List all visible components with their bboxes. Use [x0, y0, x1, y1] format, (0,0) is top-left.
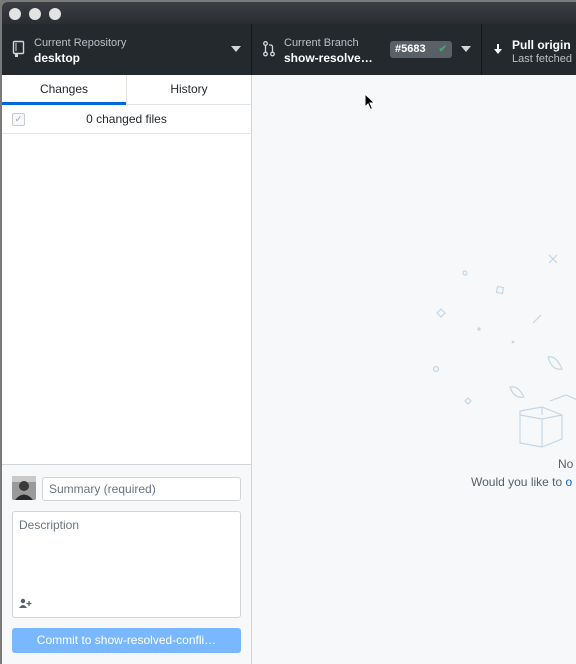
user-avatar-image [12, 476, 36, 500]
repository-selector[interactable]: Current Repository desktop [2, 24, 251, 75]
pull-origin-label: Pull origin [512, 38, 571, 52]
commit-message-area: Commit to show-resolved-confli… [2, 464, 251, 664]
pull-request-number: #5683 [395, 43, 426, 55]
chevron-down-icon [231, 46, 241, 52]
pull-request-badge[interactable]: #5683 ✔ [390, 41, 452, 58]
branch-selector[interactable]: Current Branch show-resolve… #5683 ✔ [252, 24, 481, 75]
blank-slate-illustration-icon [433, 254, 576, 448]
check-icon: ✔ [438, 44, 447, 55]
add-coauthor-icon[interactable] [19, 598, 32, 611]
zoom-window-button[interactable] [49, 8, 61, 20]
blank-slate-prompt: Would you like to o [471, 475, 572, 489]
summary-input[interactable] [42, 477, 241, 501]
mouse-cursor-icon [364, 93, 376, 111]
description-field [12, 511, 241, 618]
sidebar-tabs: Changes History [2, 75, 251, 105]
commit-button[interactable]: Commit to show-resolved-confli… [12, 628, 241, 653]
chevron-down-icon [461, 46, 471, 52]
changes-header: ✓ 0 changed files [2, 105, 251, 134]
tab-history[interactable]: History [127, 75, 251, 104]
main-content: No Would you like to o [252, 75, 576, 664]
minimize-window-button[interactable] [29, 8, 41, 20]
avatar [12, 476, 36, 500]
close-window-button[interactable] [9, 8, 21, 20]
description-input[interactable] [13, 512, 240, 596]
repository-label: Current Repository [34, 37, 127, 49]
branch-label: Current Branch [284, 37, 359, 49]
pull-origin-button[interactable]: Pull origin Last fetched [482, 24, 576, 75]
arrow-down-icon [494, 44, 502, 54]
last-fetched-label: Last fetched [512, 53, 572, 65]
blank-slate-link[interactable]: o [566, 475, 573, 489]
toolbar: Current Repository desktop Current Branc… [2, 24, 576, 75]
blank-slate-title: No [558, 457, 574, 471]
blank-slate-prompt-text: Would you like to [471, 475, 563, 489]
tab-changes[interactable]: Changes [2, 75, 126, 105]
branch-name: show-resolve… [284, 51, 373, 65]
repo-icon [12, 40, 25, 57]
sidebar: Changes History ✓ 0 changed files Summar… [2, 75, 252, 664]
app-window: Current Repository desktop Current Branc… [2, 2, 576, 664]
pull-request-icon [263, 41, 275, 57]
title-bar [2, 2, 576, 24]
changed-files-count: 0 changed files [86, 112, 167, 126]
repository-name: desktop [34, 51, 81, 65]
